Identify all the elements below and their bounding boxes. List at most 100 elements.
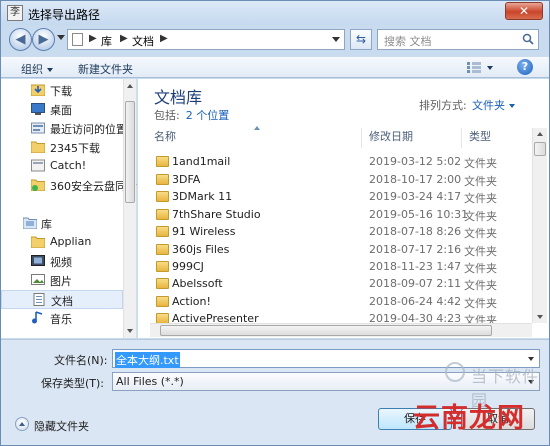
list-item[interactable]: 999CJ 2018-11-23 1:47 文件夹 <box>150 258 532 276</box>
title-bar: 李 选择导出路径 ✕ <box>1 1 549 25</box>
list-item[interactable]: Action! 2018-06-24 4:42 文件夹 <box>150 293 532 311</box>
documents-library-icon <box>33 293 45 306</box>
breadcrumb-separator-icon[interactable]: ▶ <box>120 33 128 44</box>
list-item[interactable]: Abelssoft 2018-09-07 2:11 文件夹 <box>150 275 532 293</box>
file-date: 2019-03-24 4:17 <box>369 190 462 203</box>
breadcrumb-library[interactable]: 库 <box>101 33 112 49</box>
folder-icon <box>31 236 45 248</box>
organize-menu[interactable]: 组织 <box>21 61 53 77</box>
close-button[interactable]: ✕ <box>505 2 543 20</box>
filetype-value: All Files (*.*) <box>116 375 184 388</box>
sidebar-item-libraries[interactable]: 库 <box>1 214 123 233</box>
download-folder-icon <box>31 84 45 96</box>
sidebar-item-videos[interactable]: 视频 <box>1 252 123 271</box>
filename-value: 全本大纲.txt <box>115 352 180 368</box>
sidebar-scrollbar[interactable] <box>123 79 136 338</box>
sidebar-item-applian[interactable]: Applian <box>1 233 123 252</box>
search-input[interactable]: 搜索 文档 <box>377 29 539 50</box>
scroll-up-icon[interactable] <box>537 132 543 136</box>
list-item[interactable]: 3DMark 11 2019-03-24 4:17 文件夹 <box>150 188 532 206</box>
breadcrumb-separator-icon[interactable]: ▶ <box>160 33 168 44</box>
file-type: 文件夹 <box>464 245 497 258</box>
folder-icon <box>156 261 169 272</box>
sidebar-item-recent-places[interactable]: 最近访问的位置 <box>1 119 127 138</box>
column-divider[interactable] <box>461 128 462 148</box>
catch-icon <box>31 159 45 172</box>
sidebar-item-documents[interactable]: 文档 <box>1 290 123 309</box>
organize-label: 组织 <box>21 63 43 76</box>
column-header-modified[interactable]: 修改日期 <box>369 128 413 148</box>
file-date: 2018-07-18 8:26 <box>369 225 462 238</box>
file-type: 文件夹 <box>464 175 497 188</box>
save-options-panel: 文件名(N): 全本大纲.txt 保存类型(T): All Files (*.*… <box>1 339 549 445</box>
change-view-icon[interactable] <box>467 62 481 73</box>
file-list-horizontal-scrollbar[interactable] <box>150 323 532 337</box>
includes-label: 包括: <box>154 109 180 122</box>
forward-button[interactable]: ▶ <box>32 28 55 51</box>
sidebar-item-label: 视频 <box>50 256 72 269</box>
file-name: 1and1mail <box>172 155 231 168</box>
filename-label: 文件名(N): <box>54 354 108 367</box>
recent-pages-dropdown-icon[interactable] <box>57 35 65 40</box>
file-type: 文件夹 <box>464 210 497 223</box>
breadcrumb-separator-icon[interactable]: ▶ <box>89 33 97 44</box>
watermark-brand: 云南龙网 <box>413 403 525 434</box>
column-header-type[interactable]: 类型 <box>469 128 491 148</box>
sidebar-item-label: Catch! <box>50 159 87 172</box>
arrange-by-value: 文件夹 <box>472 99 505 112</box>
sidebar-item-2345-downloads[interactable]: 2345下载 <box>1 138 123 157</box>
list-item[interactable]: 91 Wireless 2018-07-18 8:26 文件夹 <box>150 223 532 241</box>
sidebar-item-label: 桌面 <box>50 104 72 117</box>
file-name: 360js Files <box>172 243 230 256</box>
file-list-vertical-scrollbar[interactable] <box>532 128 547 323</box>
search-icon <box>522 33 534 45</box>
list-item[interactable]: 360js Files 2018-07-17 2:16 文件夹 <box>150 241 532 259</box>
folder-icon <box>156 209 169 220</box>
list-item[interactable]: 7thShare Studio 2019-05-16 10:31 文件夹 <box>150 206 532 224</box>
file-type: 文件夹 <box>464 157 497 170</box>
column-header-name[interactable]: 名称 <box>154 128 176 148</box>
file-name: 999CJ <box>172 260 204 273</box>
save-dialog-window: 李 选择导出路径 ✕ ◀ ▶ ▶ 库 ▶ 文档 ▶ ⇆ 搜索 文档 组织 新建文… <box>0 0 550 446</box>
new-folder-button[interactable]: 新建文件夹 <box>78 61 133 77</box>
column-divider[interactable] <box>361 128 362 148</box>
view-options-chevron-icon[interactable] <box>487 66 493 70</box>
back-button[interactable]: ◀ <box>9 28 32 51</box>
scrollbar-thumb[interactable] <box>125 101 135 203</box>
sidebar-item-label: 最近访问的位置 <box>50 123 127 136</box>
list-item[interactable]: 1and1mail 2019-03-12 5:02 文件夹 <box>150 153 532 171</box>
refresh-button[interactable]: ⇆ <box>350 29 372 50</box>
file-type: 文件夹 <box>464 227 497 240</box>
sidebar-item-music[interactable]: 音乐 <box>1 309 123 328</box>
list-item[interactable]: 3DFA 2018-10-17 2:00 文件夹 <box>150 171 532 189</box>
file-name: 3DMark 11 <box>172 190 233 203</box>
folder-icon <box>156 296 169 307</box>
scrollbar-thumb[interactable] <box>534 142 546 156</box>
chevron-down-icon <box>509 104 515 108</box>
sort-ascending-icon <box>254 126 260 130</box>
pictures-library-icon <box>31 274 45 285</box>
sidebar-item-catch[interactable]: Catch! <box>1 157 123 176</box>
navigation-bar: ◀ ▶ ▶ 库 ▶ 文档 ▶ ⇆ 搜索 文档 <box>1 25 549 54</box>
chevron-down-icon[interactable] <box>528 357 534 361</box>
arrange-by-dropdown[interactable]: 文件夹 <box>472 97 515 113</box>
address-history-dropdown-icon[interactable] <box>332 37 340 42</box>
sidebar-item-pictures[interactable]: 图片 <box>1 271 123 290</box>
breadcrumb-documents[interactable]: 文档 <box>132 33 154 49</box>
sidebar-item-desktop[interactable]: 桌面 <box>1 100 123 119</box>
sidebar-item-downloads[interactable]: 下载 <box>1 81 123 100</box>
library-title: 文档库 <box>154 88 203 107</box>
sidebar-item-360-cloud[interactable]: 360安全云盘同步 <box>1 176 137 195</box>
help-icon[interactable]: ? <box>517 59 533 75</box>
app-icon: 李 <box>7 5 23 21</box>
locations-link[interactable]: 2 个位置 <box>186 109 230 122</box>
address-bar[interactable]: ▶ 库 ▶ 文档 ▶ <box>67 29 345 50</box>
file-name: Action! <box>172 295 211 308</box>
music-icon <box>32 311 43 324</box>
scroll-down-icon[interactable] <box>537 315 543 319</box>
folder-icon <box>31 141 45 153</box>
scrollbar-thumb[interactable] <box>160 325 492 336</box>
scroll-up-icon[interactable] <box>127 84 133 88</box>
scroll-down-icon[interactable] <box>127 329 133 333</box>
file-date: 2018-10-17 2:00 <box>369 173 462 186</box>
